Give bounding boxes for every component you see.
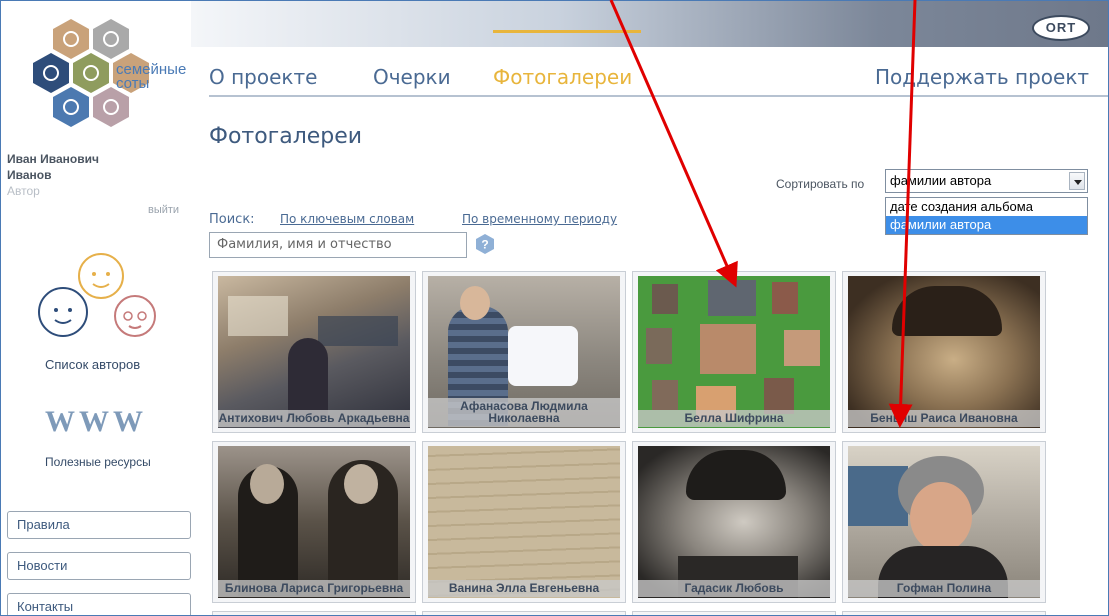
search-by-keywords-link[interactable]: По ключевым словам: [280, 212, 414, 226]
tile-caption: Беньяш Раиса Ивановна: [848, 410, 1040, 427]
search-by-period-link[interactable]: По временному периоду: [462, 212, 617, 226]
gallery-tile[interactable]: Ванина Элла Евгеньевна: [422, 441, 626, 603]
user-role: Автор: [7, 184, 40, 198]
top-banner: ORT: [191, 1, 1108, 47]
gallery-tile[interactable]: Блинова Лариса Григорьевна: [212, 441, 416, 603]
rules-button[interactable]: Правила: [7, 511, 191, 539]
gallery-tile[interactable]: Гадасик Любовь: [632, 441, 836, 603]
tile-caption: Антихович Любовь Аркадьевна: [218, 410, 410, 427]
sort-option-author[interactable]: фамилии автора: [886, 216, 1087, 234]
nav-about[interactable]: О проекте: [209, 65, 317, 89]
authors-illustration-icon[interactable]: [31, 246, 161, 346]
album-cover: [848, 446, 1040, 598]
album-cover: [638, 276, 830, 428]
gallery-tile[interactable]: [632, 611, 836, 615]
gallery-tile[interactable]: [422, 611, 626, 615]
album-cover: [218, 446, 410, 598]
tile-caption: Гофман Полина: [848, 580, 1040, 597]
gallery-tile[interactable]: Белла Шифрина: [632, 271, 836, 433]
svg-text:?: ?: [481, 238, 488, 252]
nav-support-project[interactable]: Поддержать проект: [875, 65, 1089, 89]
gallery-tile[interactable]: [212, 611, 416, 615]
gallery-tile[interactable]: Антихович Любовь Аркадьевна: [212, 271, 416, 433]
nav-essays[interactable]: Очерки: [373, 65, 451, 89]
user-name-line-1: Иван Иванович: [7, 152, 99, 166]
news-button[interactable]: Новости: [7, 552, 191, 580]
sort-select[interactable]: фамилии автора: [885, 169, 1088, 193]
sort-selected-value: фамилии автора: [890, 173, 992, 188]
logout-link[interactable]: выйти: [148, 204, 179, 216]
ort-logo[interactable]: ORT: [1032, 15, 1090, 41]
gallery-tile[interactable]: Беньяш Раиса Ивановна: [842, 271, 1046, 433]
album-cover: [218, 276, 410, 428]
logo-line-2: соты: [116, 75, 150, 92]
gallery-tile[interactable]: [842, 611, 1046, 615]
search-label: Поиск:: [209, 212, 255, 227]
www-icon[interactable]: WWW: [45, 405, 147, 439]
tile-caption: Гадасик Любовь: [638, 580, 830, 597]
main-nav: О проекте Очерки Фотогалереи Поддержать …: [209, 65, 1108, 97]
active-tab-underline: [493, 30, 641, 33]
authors-list-link[interactable]: Список авторов: [45, 357, 140, 372]
help-icon[interactable]: ?: [474, 233, 496, 255]
browser-frame: ORT семейные соты Иван Иванович Иванов А…: [0, 0, 1109, 616]
tile-caption: Афанасова Людмила Николаевна: [428, 398, 620, 427]
search-input[interactable]: Фамилия, имя и отчество: [209, 232, 467, 258]
gallery-tile[interactable]: Гофман Полина: [842, 441, 1046, 603]
sort-option-date[interactable]: дате создания альбома: [886, 198, 1087, 216]
user-name-line-2: Иванов: [7, 168, 52, 182]
site-logo-text[interactable]: семейные соты: [116, 62, 186, 92]
nav-photo-galleries[interactable]: Фотогалереи: [493, 65, 632, 89]
album-cover: [848, 276, 1040, 428]
tile-caption: Блинова Лариса Григорьевна: [218, 580, 410, 597]
tile-caption: Ванина Элла Евгеньевна: [428, 580, 620, 597]
chevron-down-icon[interactable]: [1069, 172, 1085, 190]
user-info: Иван Иванович Иванов Автор: [7, 151, 187, 199]
album-cover: [638, 446, 830, 598]
useful-resources-link[interactable]: Полезные ресурсы: [45, 455, 151, 469]
sort-dropdown-list: дате создания альбома фамилии автора: [885, 197, 1088, 235]
page-title: Фотогалереи: [209, 124, 363, 149]
contacts-button[interactable]: Контакты: [7, 593, 191, 615]
gallery-tile[interactable]: Афанасова Людмила Николаевна: [422, 271, 626, 433]
sidebar: семейные соты Иван Иванович Иванов Автор…: [1, 1, 196, 615]
tile-caption: Белла Шифрина: [638, 410, 830, 427]
sort-label: Сортировать по: [776, 177, 865, 191]
album-cover: [428, 446, 620, 598]
